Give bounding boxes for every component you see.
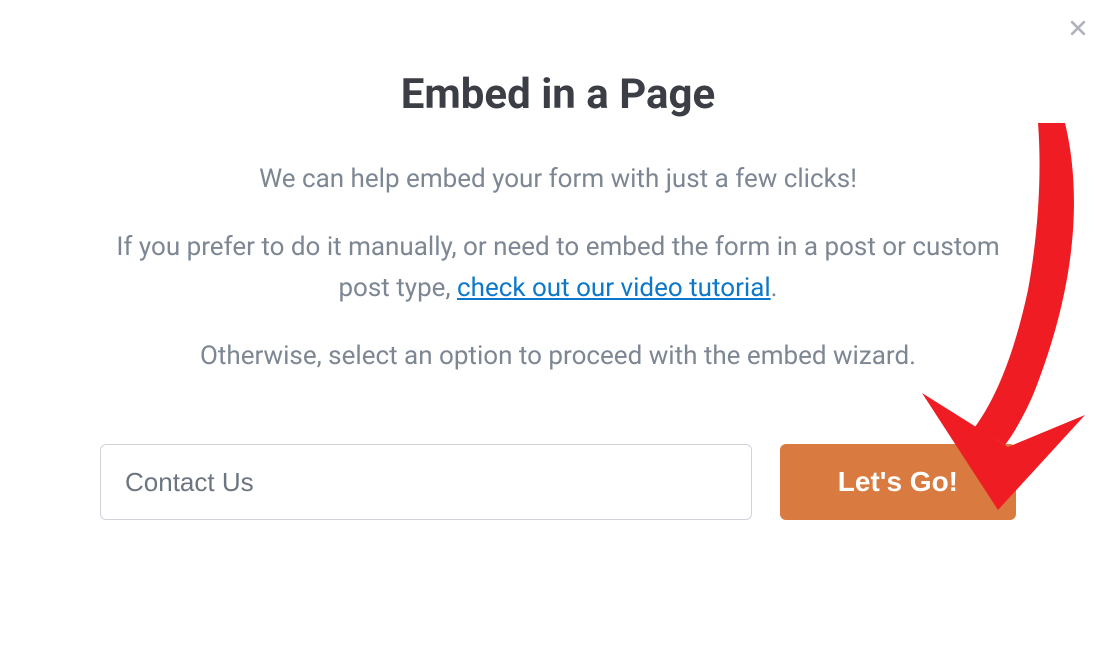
intro-text: We can help embed your form with just a … [100, 159, 1016, 199]
action-row: Let's Go! [100, 444, 1016, 520]
page-name-input[interactable] [100, 444, 752, 520]
manual-text: If you prefer to do it manually, or need… [100, 227, 1016, 308]
video-tutorial-link[interactable]: check out our video tutorial [457, 273, 771, 303]
close-button[interactable] [1066, 18, 1090, 42]
modal-title: Embed in a Page [100, 70, 1016, 119]
close-icon [1068, 18, 1088, 42]
embed-modal: Embed in a Page We can help embed your f… [0, 0, 1116, 667]
otherwise-text: Otherwise, select an option to proceed w… [100, 336, 1016, 376]
lets-go-button[interactable]: Let's Go! [780, 444, 1016, 520]
manual-suffix: . [771, 273, 778, 303]
